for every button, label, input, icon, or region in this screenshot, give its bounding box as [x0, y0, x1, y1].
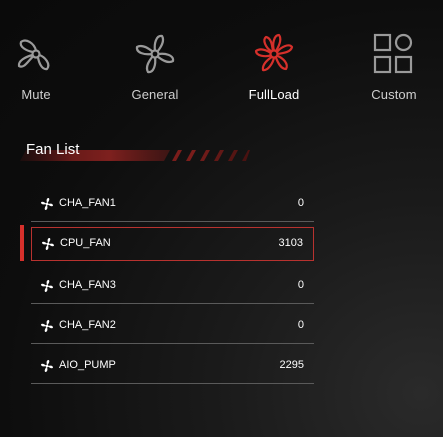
fan-icon	[41, 280, 53, 292]
fan-icon	[41, 360, 53, 372]
fan-name: CHA_FAN2	[59, 319, 116, 331]
mode-custom-button[interactable]: Custom	[344, 30, 443, 110]
fan-row-cha-fan2[interactable]: CHA_FAN2 0	[31, 310, 314, 344]
row-divider	[31, 383, 314, 384]
fan-mute-icon	[17, 39, 50, 71]
fan-rpm: 0	[297, 197, 304, 209]
fan-icon	[42, 238, 54, 250]
row-divider	[31, 303, 314, 304]
fan-name: CHA_FAN1	[59, 197, 116, 209]
mode-fullload-button[interactable]: FullLoad	[224, 30, 324, 110]
fan-row-cpu-fan[interactable]: CPU_FAN 3103	[31, 227, 314, 261]
fan-row-cha-fan3[interactable]: CHA_FAN3 0	[31, 270, 314, 304]
selected-row-marker	[20, 225, 24, 261]
mode-fullload-label: FullLoad	[248, 87, 300, 102]
fan-row-aio-pump[interactable]: AIO_PUMP 2295	[31, 350, 314, 384]
mode-general-button[interactable]: General	[105, 30, 205, 110]
custom-grid-icon	[373, 33, 413, 74]
fan-icon	[41, 320, 53, 332]
mode-general-label: General	[131, 87, 179, 102]
mode-custom-label: Custom	[371, 87, 417, 102]
fan-list-title: Fan List	[26, 141, 80, 158]
fan-rpm: 0	[297, 319, 304, 331]
mode-mute-button[interactable]: Mute	[0, 30, 86, 110]
row-divider	[31, 221, 314, 222]
fan-list-header: Fan List	[0, 138, 260, 164]
fan-general-icon	[135, 34, 175, 74]
fan-icon	[41, 198, 53, 210]
fan-rpm: 0	[297, 279, 304, 291]
mode-mute-label: Mute	[21, 87, 51, 102]
fan-rpm: 2295	[279, 359, 304, 371]
fan-name: CHA_FAN3	[59, 279, 116, 291]
fan-name: AIO_PUMP	[59, 359, 116, 371]
fan-name: CPU_FAN	[60, 237, 111, 249]
fan-rpm: 3103	[278, 237, 303, 249]
row-divider	[31, 343, 314, 344]
fan-mode-bar: Mute General FullLoad Custom	[0, 0, 443, 115]
fan-row-cha-fan1[interactable]: CHA_FAN1 0	[31, 188, 314, 222]
fan-fullload-icon	[254, 33, 294, 72]
